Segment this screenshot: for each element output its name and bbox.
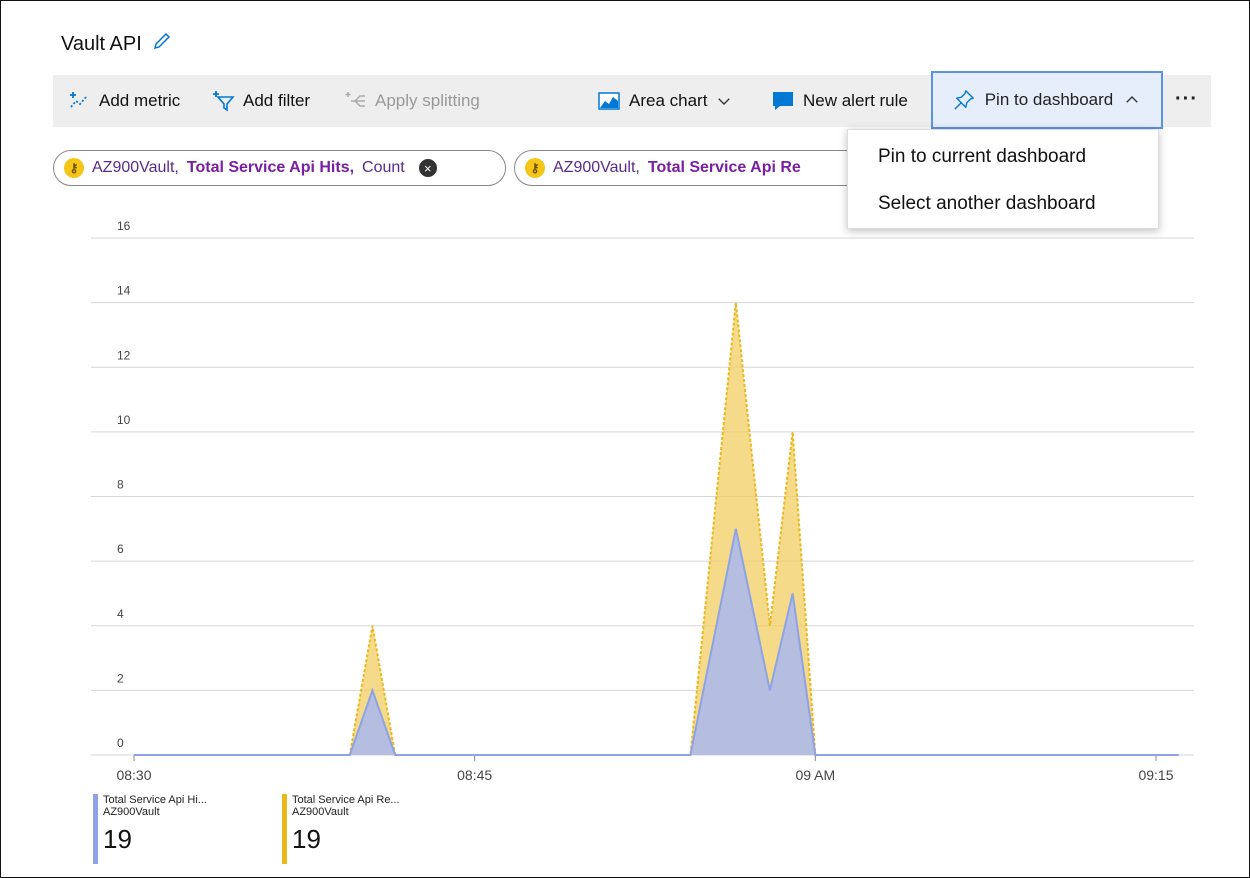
pill-resource: AZ900Vault, — [553, 159, 640, 176]
key-vault-icon: ⚷ — [64, 158, 84, 178]
more-options-button[interactable]: ··· — [1175, 75, 1198, 127]
new-alert-rule-button[interactable]: New alert rule — [771, 75, 908, 127]
add-filter-button[interactable]: Add filter — [211, 75, 310, 127]
y-tick-label: 0 — [117, 736, 124, 750]
new-alert-rule-label: New alert rule — [803, 91, 908, 110]
pill-metric: Total Service Api Re — [647, 159, 801, 176]
y-tick-label: 10 — [117, 413, 131, 427]
y-tick-label: 6 — [117, 542, 124, 556]
add-metric-icon — [70, 92, 88, 108]
metric-pill[interactable]: ⚷ AZ900Vault, Total Service Api Hits, Co… — [53, 150, 506, 186]
area-chart-label: Area chart — [629, 91, 708, 110]
toolbar: Add metric Add filter Apply splitting Ar… — [53, 71, 1211, 129]
select-another-dashboard-item[interactable]: Select another dashboard — [878, 193, 1096, 215]
remove-metric-icon[interactable]: × — [418, 159, 437, 177]
add-metric-label: Add metric — [99, 91, 181, 110]
chart-type-selector[interactable]: Area chart — [597, 75, 733, 127]
series-line-1 — [134, 528, 1179, 756]
legend-total-value: 19 — [292, 824, 321, 854]
legend-item-series-2[interactable]: Total Service Api Re... AZ900Vault 19 — [282, 794, 400, 864]
key-vault-icon: ⚷ — [525, 158, 545, 178]
y-tick-label: 8 — [117, 478, 124, 492]
legend-item-series-1[interactable]: Total Service Api Hi... AZ900Vault 19 — [93, 794, 207, 864]
legend-color-swatch — [282, 794, 287, 864]
pill-metric: Total Service Api Hits, — [186, 159, 355, 176]
y-tick-label: 4 — [117, 607, 124, 621]
x-tick-label: 09 AM — [795, 767, 835, 783]
legend-series-name: Total Service Api Re... — [292, 794, 400, 806]
add-filter-label: Add filter — [243, 91, 311, 110]
x-tick-label: 09:15 — [1138, 767, 1173, 783]
add-filter-icon — [213, 91, 235, 112]
alert-chat-icon — [773, 92, 793, 110]
panel-title: Vault API — [61, 31, 172, 57]
legend-resource-name: AZ900Vault — [292, 806, 349, 818]
metric-pill[interactable]: ⚷ AZ900Vault, Total Service Api Re — [514, 150, 874, 186]
metrics-panel: Vault API Add metric Add filter Apply sp… — [0, 0, 1250, 878]
x-tick-label: 08:45 — [457, 767, 492, 783]
pin-dropdown-menu: Pin to current dashboard Select another … — [847, 129, 1159, 229]
pin-to-dashboard-button[interactable]: Pin to dashboard — [931, 71, 1163, 129]
add-metric-button[interactable]: Add metric — [67, 75, 180, 127]
pin-to-current-dashboard-item[interactable]: Pin to current dashboard — [878, 146, 1086, 168]
legend-total-value: 19 — [103, 824, 132, 854]
y-tick-label: 2 — [117, 671, 124, 685]
y-tick-label: 12 — [117, 348, 131, 362]
x-tick-label: 08:30 — [116, 767, 151, 783]
area-chart: 0 2 4 6 8 10 12 14 16 08:30 08:45 09 AM 09:15 — [91, 219, 1194, 783]
series-line-2 — [134, 302, 1179, 756]
splitting-icon — [345, 92, 365, 107]
chevron-down-icon — [718, 98, 731, 105]
pill-aggregation: Count — [362, 159, 405, 176]
y-tick-label: 14 — [117, 284, 131, 298]
series-area-2 — [134, 302, 1179, 755]
pin-icon — [954, 90, 974, 110]
y-tick-label: 16 — [117, 219, 131, 233]
legend-series-name: Total Service Api Hi... — [103, 794, 207, 806]
chevron-up-icon — [1126, 96, 1138, 103]
legend-resource-name: AZ900Vault — [103, 806, 160, 818]
area-chart-icon — [598, 92, 620, 110]
apply-splitting-button[interactable]: Apply splitting — [343, 75, 480, 127]
pill-resource: AZ900Vault, — [92, 159, 179, 176]
pin-to-dashboard-label: Pin to dashboard — [984, 90, 1114, 109]
apply-splitting-label: Apply splitting — [375, 91, 480, 110]
legend-color-swatch — [93, 794, 98, 864]
edit-pencil-icon[interactable] — [152, 31, 172, 57]
series-area-1 — [134, 528, 1179, 755]
title-text: Vault API — [61, 32, 142, 55]
